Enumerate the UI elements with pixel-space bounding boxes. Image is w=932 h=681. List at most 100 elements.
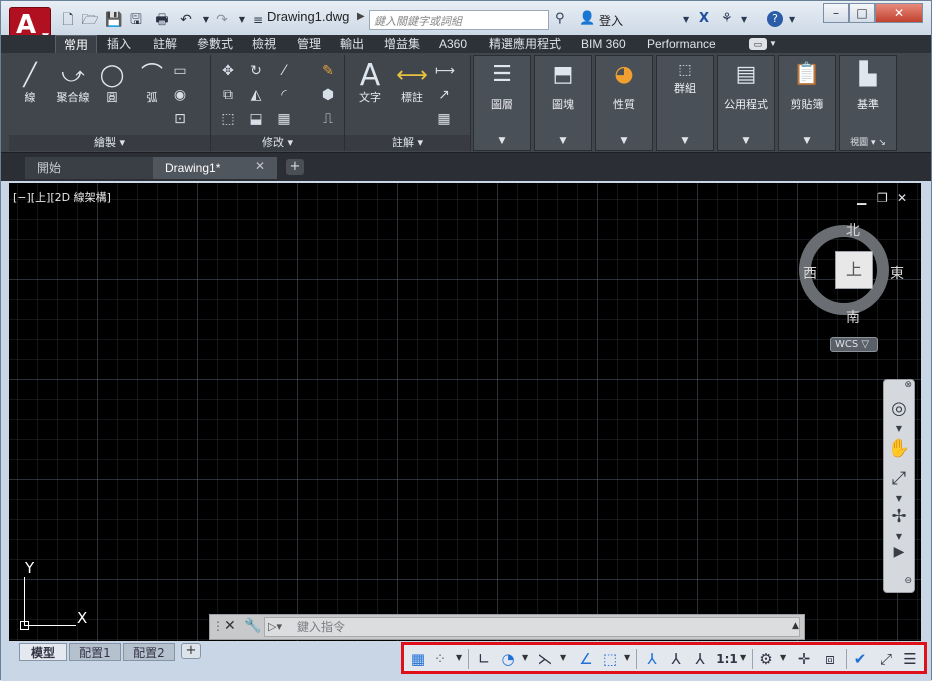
- erase-icon[interactable]: ✎: [319, 63, 337, 79]
- tab-parametric[interactable]: 參數式: [197, 35, 233, 53]
- grid-icon[interactable]: ▦: [408, 649, 428, 669]
- fillet-icon[interactable]: ◜: [275, 87, 293, 103]
- move-icon[interactable]: ✥: [219, 63, 237, 79]
- dimension-button[interactable]: ⟷ 標註: [395, 61, 429, 105]
- save-icon[interactable]: 💾: [105, 11, 123, 29]
- clipboard-button[interactable]: 📋 剪貼簿 ▼: [778, 55, 836, 151]
- drag-handle-icon[interactable]: ⋮: [212, 619, 224, 633]
- close-button[interactable]: ✕: [875, 3, 923, 23]
- scale-icon[interactable]: ⬓: [247, 111, 265, 127]
- pan-hand-icon[interactable]: ✋: [884, 438, 914, 459]
- showmotion-icon[interactable]: ▶: [884, 544, 914, 560]
- clean-screen-icon[interactable]: ⤢: [876, 649, 896, 669]
- help-icon[interactable]: ?: [767, 11, 783, 27]
- exchange-apps-icon[interactable]: X: [699, 11, 709, 26]
- new-file-icon[interactable]: 🗋: [59, 11, 77, 29]
- new-tab-plus-icon[interactable]: +: [286, 159, 304, 175]
- user-icon[interactable]: 👤: [579, 11, 595, 26]
- isolate-objects-icon[interactable]: ⧈: [820, 649, 840, 669]
- login-label[interactable]: 登入: [599, 12, 623, 29]
- hatch-icon[interactable]: ◉: [171, 87, 189, 103]
- wcs-menu-button[interactable]: WCS ▽: [830, 337, 878, 352]
- plot-icon[interactable]: 🖶: [153, 11, 171, 29]
- arc-button[interactable]: ⌒ 弧: [137, 61, 167, 105]
- leader-icon[interactable]: ↗: [435, 87, 453, 103]
- offset-icon[interactable]: ⎍: [319, 111, 337, 127]
- chevron-down-icon[interactable]: ▼: [683, 15, 689, 24]
- tab-performance[interactable]: Performance: [647, 35, 716, 53]
- polyline-button[interactable]: ⤻ 聚合線: [51, 61, 95, 105]
- orbit-icon[interactable]: ✢: [884, 506, 914, 527]
- table-icon[interactable]: ▦: [435, 111, 453, 127]
- tab-start[interactable]: 開始: [25, 157, 153, 179]
- annotation-monitor-icon[interactable]: ✛: [794, 649, 814, 669]
- chevron-down-icon[interactable]: ▼: [789, 15, 795, 24]
- tab-addins[interactable]: 增益集: [384, 35, 420, 53]
- layers-button[interactable]: ☰ 圖層 ▼: [473, 55, 531, 151]
- undo-icon[interactable]: ↶: [177, 11, 195, 29]
- tab-home[interactable]: 常用: [55, 35, 98, 53]
- command-prompt-icon[interactable]: ▷▾: [268, 620, 282, 633]
- customization-menu-icon[interactable]: ☰: [900, 649, 920, 669]
- base-view-button[interactable]: ▙ 基準 視圖 ▾ ↘: [839, 55, 897, 151]
- compass-south[interactable]: 南: [846, 307, 860, 327]
- ribbon-minimize-icon[interactable]: ▭: [749, 38, 767, 50]
- chevron-down-icon[interactable]: ▼: [740, 653, 746, 662]
- chevron-down-icon[interactable]: ▼: [780, 653, 786, 662]
- mirror-icon[interactable]: ◭: [247, 87, 265, 103]
- region-icon[interactable]: ⊡: [171, 111, 189, 127]
- a360-icon[interactable]: ⚘: [721, 11, 733, 26]
- close-icon[interactable]: ⊗: [884, 380, 914, 390]
- scale-value[interactable]: 1:1: [714, 649, 740, 669]
- trim-icon[interactable]: ⁄: [275, 63, 293, 79]
- view-panel-footer[interactable]: 視圖 ▾ ↘: [840, 135, 896, 148]
- close-icon[interactable]: ✕: [224, 618, 236, 634]
- copy-icon[interactable]: ⧉: [219, 87, 237, 103]
- groups-button[interactable]: ⬚ 群組 ▼: [656, 55, 714, 151]
- annotation-visibility-icon[interactable]: ⅄: [642, 649, 662, 669]
- tab-layout1[interactable]: 配置1: [69, 643, 121, 661]
- new-layout-plus-icon[interactable]: +: [181, 643, 201, 659]
- customize-qat-icon[interactable]: ≡: [249, 11, 267, 29]
- chevron-down-icon[interactable]: ▼: [741, 15, 747, 24]
- tab-featured-apps[interactable]: 精選應用程式: [489, 35, 561, 53]
- navbar-options-icon[interactable]: ⊖: [884, 576, 914, 586]
- wrench-icon[interactable]: 🔧: [244, 618, 261, 634]
- maximize-button[interactable]: □: [849, 3, 875, 23]
- viewport-close-icon[interactable]: ✕: [897, 191, 907, 205]
- chevron-down-icon[interactable]: ▼: [884, 494, 914, 503]
- tab-bim360[interactable]: BIM 360: [581, 35, 626, 53]
- open-folder-icon[interactable]: 🗁: [81, 11, 99, 29]
- command-history-icon[interactable]: ▲: [792, 621, 799, 631]
- minimize-button[interactable]: –: [823, 3, 849, 23]
- chevron-down-icon[interactable]: ▼: [456, 653, 462, 662]
- object-snap-icon[interactable]: ⬚: [600, 649, 620, 669]
- rectangle-icon[interactable]: ▭: [171, 63, 189, 79]
- viewport-controls-label[interactable]: [−][上][2D 線架構]: [13, 189, 111, 205]
- annotation-scale-icon[interactable]: ⅄: [690, 649, 710, 669]
- close-icon[interactable]: ✕: [255, 159, 265, 173]
- linear-dim-icon[interactable]: ⟼: [435, 63, 455, 79]
- chevron-down-icon[interactable]: ▼: [560, 653, 566, 662]
- properties-button[interactable]: ◕ 性質 ▼: [595, 55, 653, 151]
- command-input[interactable]: 鍵入指令: [264, 617, 800, 637]
- tab-output[interactable]: 輸出: [340, 35, 364, 53]
- chevron-down-icon[interactable]: ▼: [522, 653, 528, 662]
- ortho-icon[interactable]: ∟: [474, 649, 494, 669]
- steering-wheel-icon[interactable]: ◎: [884, 398, 914, 419]
- isodraft-icon[interactable]: ⋋: [534, 649, 556, 669]
- viewport-minimize-icon[interactable]: ▁: [857, 191, 866, 205]
- compass-west[interactable]: 西: [803, 263, 817, 283]
- block-button[interactable]: ⬒ 圖塊 ▼: [534, 55, 592, 151]
- utilities-button[interactable]: ▤ 公用程式 ▼: [717, 55, 775, 151]
- tab-insert[interactable]: 插入: [107, 35, 131, 53]
- compass-east[interactable]: 東: [890, 263, 904, 283]
- chevron-right-icon[interactable]: ▶: [357, 11, 365, 22]
- drawing-canvas[interactable]: [−][上][2D 線架構] ▁ ❐ ✕: [9, 183, 921, 641]
- workspace-gear-icon[interactable]: ⚙: [756, 649, 776, 669]
- zoom-extents-icon[interactable]: ⤢: [884, 468, 914, 489]
- chevron-down-icon[interactable]: ▼: [884, 424, 914, 433]
- chevron-down-icon[interactable]: ▼: [769, 35, 777, 53]
- array-icon[interactable]: ▦: [275, 111, 293, 127]
- redo-icon[interactable]: ↷: [213, 11, 231, 29]
